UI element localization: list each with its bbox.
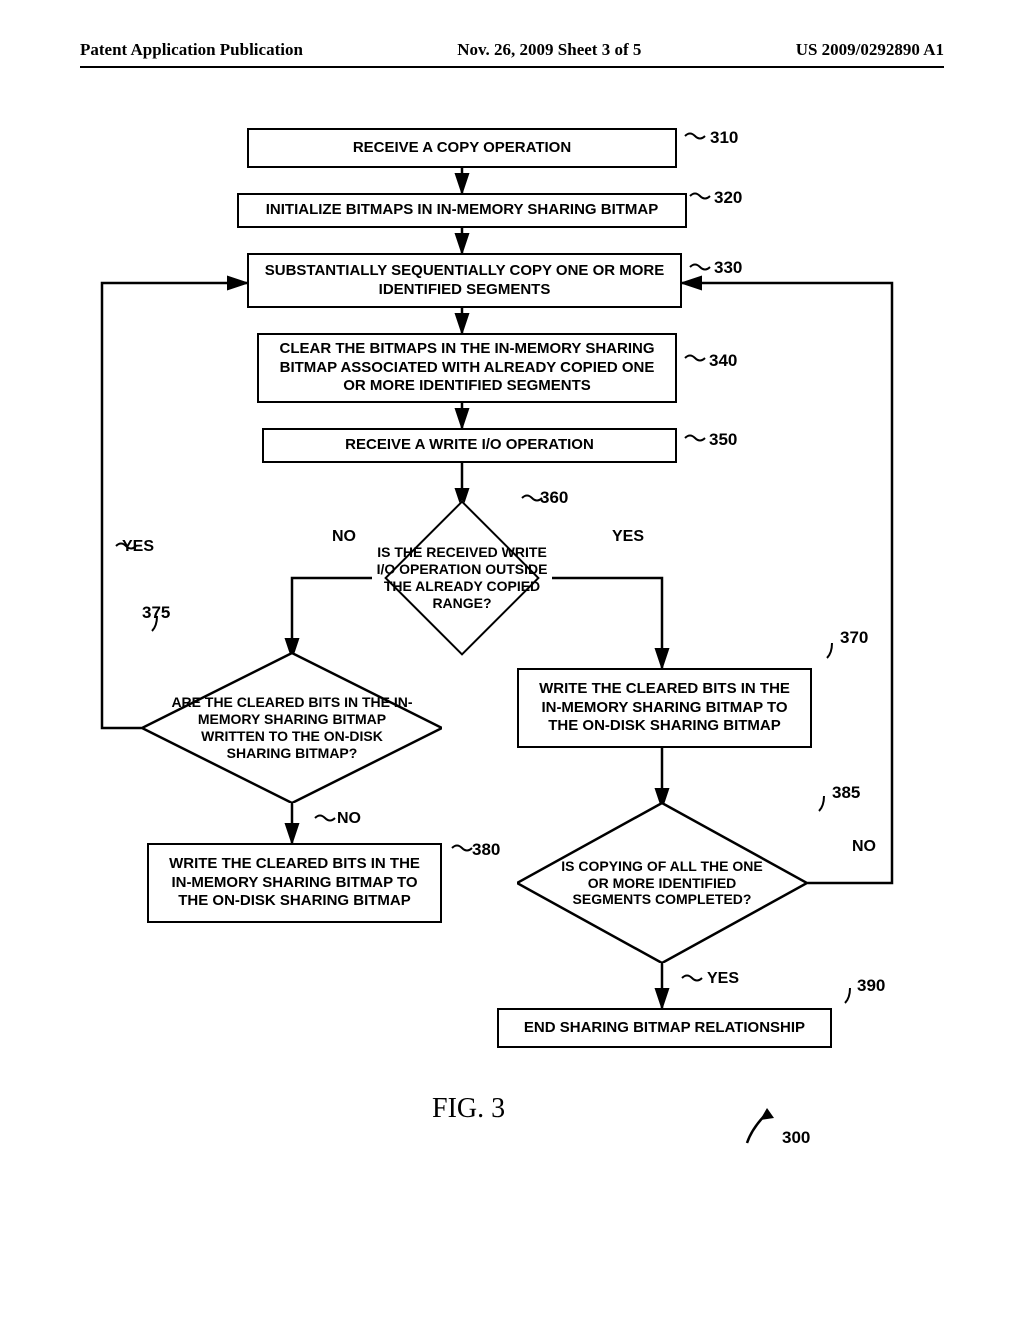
step-390: END SHARING BITMAP RELATIONSHIP [497, 1008, 832, 1048]
ref-370: 370 [840, 628, 868, 648]
decision-385: IS COPYING OF ALL THE ONE OR MORE IDENTI… [517, 803, 807, 963]
step-310: RECEIVE A COPY OPERATION [247, 128, 677, 168]
figure-label: FIG. 3 [432, 1093, 505, 1125]
step-370: WRITE THE CLEARED BITS IN THE IN-MEMORY … [517, 668, 812, 748]
label-no-385: NO [852, 838, 876, 856]
step-340-text: CLEAR THE BITMAPS IN THE IN-MEMORY SHARI… [269, 340, 665, 396]
page-header: Patent Application Publication Nov. 26, … [80, 40, 944, 68]
step-320-text: INITIALIZE BITMAPS IN IN-MEMORY SHARING … [266, 201, 659, 220]
decision-375: ARE THE CLEARED BITS IN THE IN-MEMORY SH… [142, 653, 442, 803]
step-380-text: WRITE THE CLEARED BITS IN THE IN-MEMORY … [159, 855, 430, 911]
ref-300: 300 [782, 1128, 810, 1148]
decision-360-text: IS THE RECEIVED WRITE I/O OPERATION OUTS… [372, 544, 552, 611]
ref-390: 390 [857, 976, 885, 996]
label-yes-360: YES [612, 528, 644, 546]
ref-360: 360 [540, 488, 568, 508]
ref-350: 350 [709, 430, 737, 450]
step-390-text: END SHARING BITMAP RELATIONSHIP [524, 1019, 805, 1038]
header-right: US 2009/0292890 A1 [796, 40, 944, 60]
label-no-375: NO [337, 810, 361, 828]
step-320: INITIALIZE BITMAPS IN IN-MEMORY SHARING … [237, 193, 687, 228]
decision-360: IS THE RECEIVED WRITE I/O OPERATION OUTS… [372, 508, 552, 648]
step-310-text: RECEIVE A COPY OPERATION [353, 139, 571, 158]
ref-385: 385 [832, 783, 860, 803]
decision-375-text: ARE THE CLEARED BITS IN THE IN-MEMORY SH… [167, 694, 417, 761]
step-330-text: SUBSTANTIALLY SEQUENTIALLY COPY ONE OR M… [259, 262, 670, 300]
ref-380: 380 [472, 840, 500, 860]
step-370-text: WRITE THE CLEARED BITS IN THE IN-MEMORY … [529, 680, 800, 736]
header-left: Patent Application Publication [80, 40, 303, 60]
step-350: RECEIVE A WRITE I/O OPERATION [262, 428, 677, 463]
ref-320: 320 [714, 188, 742, 208]
ref-310: 310 [710, 128, 738, 148]
header-center: Nov. 26, 2009 Sheet 3 of 5 [457, 40, 641, 60]
label-yes-385: YES [707, 970, 739, 988]
flowchart: RECEIVE A COPY OPERATION 310 INITIALIZE … [82, 108, 942, 1158]
ref-340: 340 [709, 351, 737, 371]
step-330: SUBSTANTIALLY SEQUENTIALLY COPY ONE OR M… [247, 253, 682, 308]
label-no-360: NO [332, 528, 356, 546]
ref-375: 375 [142, 603, 170, 623]
step-380: WRITE THE CLEARED BITS IN THE IN-MEMORY … [147, 843, 442, 923]
label-yes-375: YES [122, 538, 154, 556]
step-340: CLEAR THE BITMAPS IN THE IN-MEMORY SHARI… [257, 333, 677, 403]
step-350-text: RECEIVE A WRITE I/O OPERATION [345, 436, 594, 455]
decision-385-text: IS COPYING OF ALL THE ONE OR MORE IDENTI… [557, 858, 767, 908]
ref-330: 330 [714, 258, 742, 278]
